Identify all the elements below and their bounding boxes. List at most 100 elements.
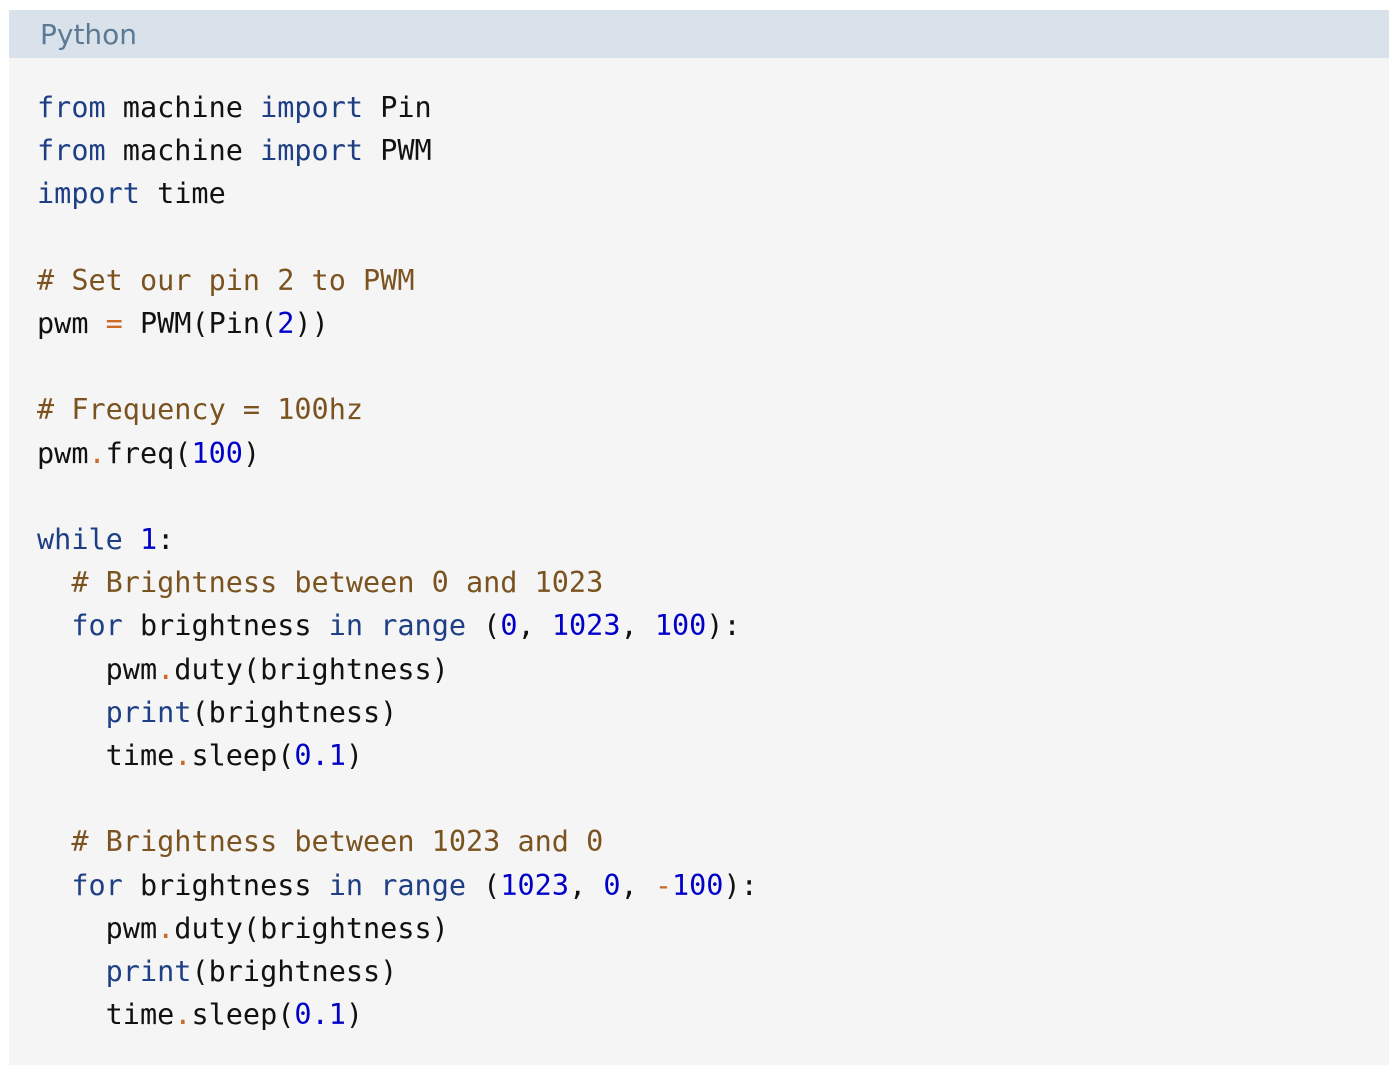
- code-line: # Frequency = 100hz: [37, 388, 363, 431]
- code-header: Python: [9, 10, 1389, 58]
- code-token: freq(: [105, 436, 192, 470]
- code-token: (: [466, 609, 501, 643]
- code-token: -: [654, 868, 672, 902]
- code-token: ):: [723, 868, 758, 902]
- code-token: PWM(Pin(: [122, 307, 278, 340]
- code-token: ,: [620, 609, 655, 643]
- code-token: sleep(: [191, 739, 295, 772]
- code-token: print: [105, 695, 192, 729]
- code-line: while 1:: [37, 518, 174, 561]
- code-token: pwm: [37, 436, 89, 470]
- code-line: import time: [37, 172, 226, 215]
- code-token: ): [242, 436, 261, 470]
- code-block: Python from machine import Pin from machi…: [9, 10, 1389, 1065]
- code-line: for brightness in range (0, 1023, 100):: [37, 604, 741, 647]
- code-token: for: [71, 609, 123, 643]
- code-token: (brightness): [191, 695, 398, 729]
- code-token: 100: [671, 868, 724, 902]
- code-line: # Brightness between 0 and 1023: [37, 561, 603, 604]
- code-token: # Frequency = 100hz: [37, 393, 364, 427]
- code-token: .: [174, 998, 192, 1032]
- code-line: time.sleep(0.1): [37, 993, 363, 1036]
- code-token: .: [157, 911, 175, 945]
- code-token: import: [37, 177, 140, 211]
- code-token: while: [37, 523, 123, 556]
- code-token: time: [37, 739, 175, 772]
- code-token: in: [328, 868, 364, 902]
- code-token: in: [328, 609, 364, 643]
- code-line: pwm.freq(100): [37, 432, 260, 475]
- code-token: .: [157, 652, 175, 686]
- code-token: print: [105, 955, 192, 988]
- code-token: range: [380, 609, 467, 643]
- code-token: ,: [568, 868, 604, 902]
- code-line: # Set our pin 2 to PWM: [37, 259, 415, 302]
- code-token: # Brightness between 0 and 1023: [71, 566, 604, 600]
- code-token: 100: [654, 609, 707, 643]
- code-line: print(brightness): [37, 950, 398, 993]
- code-token: sleep(: [191, 998, 295, 1032]
- code-token: 0.1: [294, 998, 346, 1032]
- code-token: pwm: [37, 652, 158, 686]
- code-token: .: [88, 436, 106, 470]
- code-token: for: [71, 868, 123, 902]
- code-line: print(brightness): [37, 691, 398, 734]
- code-token: pwm: [37, 307, 106, 340]
- code-token: 1023: [551, 609, 621, 643]
- code-token: )): [294, 307, 329, 340]
- code-token: brightness: [122, 868, 329, 902]
- code-token: .: [174, 739, 192, 772]
- code-line: pwm.duty(brightness): [37, 648, 449, 691]
- code-token: machine: [105, 91, 261, 124]
- code-token: (: [466, 868, 501, 902]
- code-token: 1023: [500, 868, 569, 902]
- code-token: from: [37, 91, 106, 124]
- code-line: pwm.duty(brightness): [37, 907, 449, 950]
- code-token: ,: [517, 609, 552, 643]
- code-token: ):: [706, 609, 741, 643]
- code-token: 1: [139, 523, 158, 556]
- code-line: pwm = PWM(Pin(2)): [37, 302, 329, 345]
- code-token: duty(brightness): [174, 911, 449, 945]
- code-token: machine: [105, 134, 261, 168]
- code-token: 0: [603, 868, 621, 902]
- code-line: for brightness in range (1023, 0, -100):: [37, 864, 758, 907]
- code-line: # Brightness between 1023 and 0: [37, 820, 603, 863]
- code-token: =: [105, 307, 123, 340]
- code-token: duty(brightness): [174, 652, 449, 686]
- code-token: (brightness): [191, 955, 398, 988]
- code-token: :: [157, 523, 175, 556]
- code-token: time: [37, 998, 175, 1032]
- code-token: 100: [191, 436, 243, 470]
- code-token: ): [345, 739, 364, 772]
- code-token: 2: [277, 307, 295, 340]
- code-token: import: [260, 91, 364, 124]
- code-line: from machine import PWM: [37, 129, 432, 172]
- code-token: # Set our pin 2 to PWM: [37, 263, 415, 297]
- code-token: pwm: [37, 911, 158, 945]
- code-token: # Brightness between 1023 and 0: [71, 825, 604, 859]
- code-token: ): [345, 998, 364, 1032]
- code-token: import: [260, 134, 364, 168]
- code-token: 0: [500, 609, 518, 643]
- code-token: range: [380, 868, 467, 902]
- code-token: from: [37, 134, 106, 168]
- code-token: ,: [620, 868, 655, 902]
- code-token: time: [139, 177, 226, 211]
- code-token: Pin: [363, 91, 432, 124]
- code-line: time.sleep(0.1): [37, 734, 363, 777]
- code-token: 0.1: [294, 739, 346, 772]
- language-label: Python: [40, 17, 138, 51]
- code-token: brightness: [122, 609, 329, 643]
- code-token: PWM: [363, 134, 432, 168]
- code-line: from machine import Pin: [37, 86, 432, 129]
